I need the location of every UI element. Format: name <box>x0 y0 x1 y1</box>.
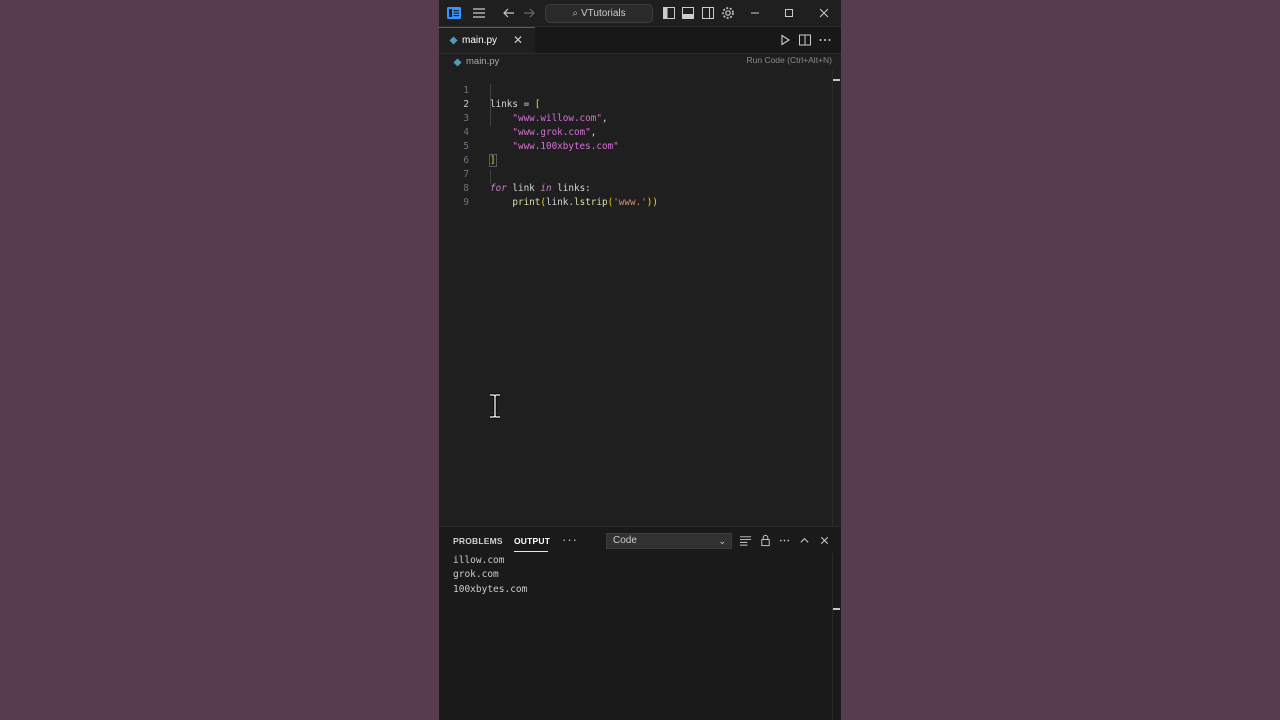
run-icon[interactable] <box>777 32 793 48</box>
output-channel-select[interactable]: Code ⌄ <box>606 533 732 549</box>
code-line: 3 "www.grok.com", <box>439 98 833 138</box>
chevron-down-icon: ⌄ <box>718 536 726 546</box>
tab-main-py[interactable]: main.py ✕ <box>439 27 535 53</box>
code-line: 2 "www.willow.com", <box>439 84 833 124</box>
code-line: 4 "www.100xbytes.com" <box>439 112 833 152</box>
toggle-primary-sidebar-icon[interactable] <box>661 5 677 21</box>
editor-scrollbar[interactable] <box>832 70 841 526</box>
menu-icon[interactable] <box>471 5 487 21</box>
bottom-panel: PROBLEMS OUTPUT ··· Code ⌄ illow.com gro… <box>439 526 841 720</box>
output-channel-value: Code <box>613 535 637 546</box>
back-arrow-icon[interactable] <box>501 5 517 21</box>
search-label: VTutorials <box>580 8 626 19</box>
panel-more-icon[interactable]: ··· <box>562 532 578 547</box>
panel-more-actions-icon[interactable] <box>778 534 791 547</box>
run-code-tooltip: Run Code (Ctrl+Alt+N) <box>746 55 832 65</box>
command-center-search[interactable]: ⌕ VTutorials <box>545 4 653 23</box>
line-number: 9 <box>463 197 469 208</box>
maximize-icon[interactable] <box>781 5 797 21</box>
tab-label: main.py <box>462 35 498 46</box>
code-line: 8 print(link.lstrip('www.')) <box>439 168 833 208</box>
output-line: 100xbytes.com <box>453 584 528 595</box>
toggle-secondary-sidebar-icon[interactable] <box>700 5 716 21</box>
vscode-logo-icon[interactable] <box>446 5 462 21</box>
code-line: 7 for link in links: <box>439 154 833 194</box>
panel-scrollbar[interactable] <box>832 553 841 720</box>
code-editor[interactable]: 1 links = [ 2 "www.willow.com", 3 "www.g… <box>439 70 833 526</box>
python-file-icon <box>453 58 462 67</box>
code-text: print(link.lstrip('www.')) <box>512 197 658 208</box>
tab-close-icon[interactable]: ✕ <box>513 33 523 47</box>
code-line: 1 links = [ <box>439 70 833 110</box>
active-tab-indicator <box>514 551 548 552</box>
tab-problems[interactable]: PROBLEMS <box>453 536 503 546</box>
minimize-icon[interactable] <box>747 5 763 21</box>
scrollbar-thumb[interactable] <box>833 79 840 81</box>
vscode-window: ⌕ VTutorials main.py ✕ main.py Run Code … <box>439 0 841 720</box>
close-panel-icon[interactable] <box>818 534 831 547</box>
lock-scroll-icon[interactable] <box>759 534 772 547</box>
forward-arrow-icon[interactable] <box>521 5 537 21</box>
code-line: 6 <box>439 140 833 166</box>
toggle-panel-icon[interactable] <box>680 5 696 21</box>
more-actions-icon[interactable] <box>817 32 833 48</box>
search-icon: ⌕ <box>572 8 578 19</box>
breadcrumb-file[interactable]: main.py <box>466 56 499 67</box>
tab-output[interactable]: OUTPUT <box>514 536 550 546</box>
output-line: illow.com <box>453 555 505 566</box>
split-editor-icon[interactable] <box>797 32 813 48</box>
python-file-icon <box>449 36 458 45</box>
editor-tab-bar: main.py ✕ <box>439 27 841 54</box>
clear-output-icon[interactable] <box>739 534 752 547</box>
output-line: grok.com <box>453 569 499 580</box>
maximize-panel-icon[interactable] <box>798 534 811 547</box>
code-line: 9 <box>439 182 833 208</box>
panel-scrollbar-thumb[interactable] <box>833 608 840 610</box>
title-bar: ⌕ VTutorials <box>439 0 841 27</box>
close-icon[interactable] <box>816 5 832 21</box>
settings-gear-icon[interactable] <box>720 5 736 21</box>
code-line: 5 ] <box>439 126 833 167</box>
text-cursor-icon <box>490 393 500 419</box>
